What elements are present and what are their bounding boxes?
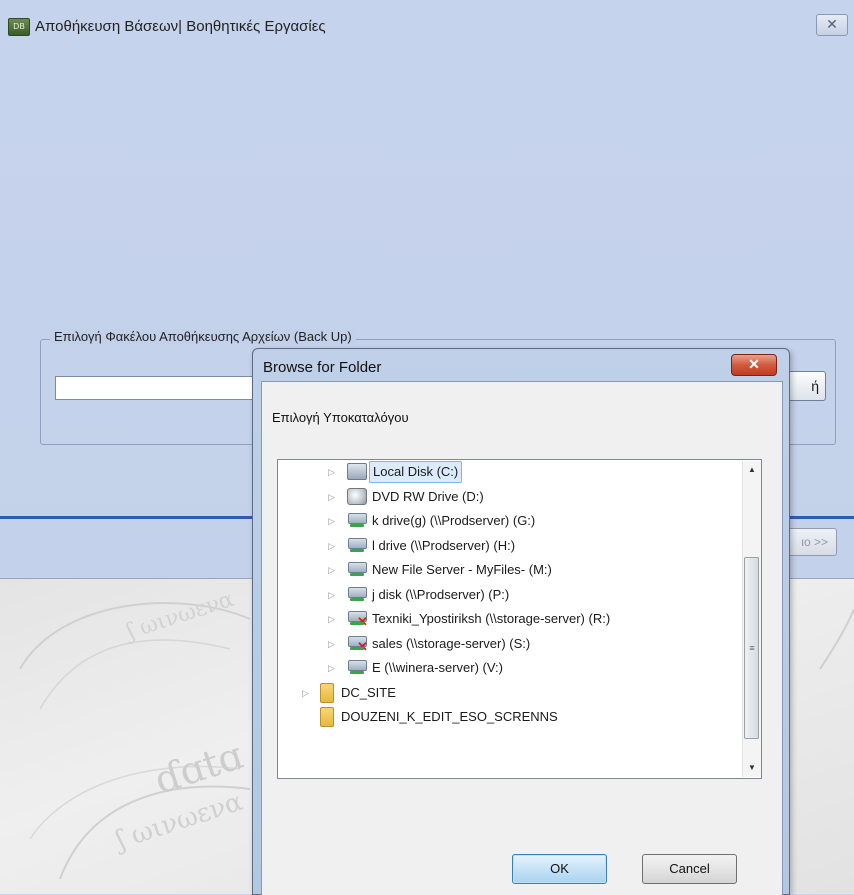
tree-item-label: Texniki_Ypostiriksh (\\storage-server) (… (372, 611, 611, 626)
folder-icon (320, 707, 334, 727)
dialog-body: Επιλογή Υποκαταλόγου ▷ Local Disk (C:) ▷ DV… (261, 381, 783, 895)
expand-arrow-icon[interactable]: ▷ (328, 509, 338, 533)
title-bar: DB Αποθήκευση Βάσεων| Βοηθητικές Εργασίε… (0, 0, 854, 42)
browse-folder-dialog: Browse for Folder ✕ Επιλογή Υποκαταλόγου… (252, 348, 790, 895)
window-title: Αποθήκευση Βάσεων| Βοηθητικές Εργασίες (35, 18, 326, 35)
tree-item[interactable]: ▷ DVD RW Drive (D:) (278, 485, 738, 509)
expand-arrow-icon[interactable]: ▷ (328, 558, 338, 582)
tree-item[interactable]: ▷ DC_SITE (278, 681, 738, 705)
network-drive-icon (347, 586, 367, 603)
group-label: Επιλογή Φακέλου Αποθήκευσης Αρχείων (Bac… (50, 329, 356, 344)
tree-item-label: l drive (\\Prodserver) (H:) (372, 537, 516, 553)
tree-item-label: DC_SITE (341, 684, 396, 700)
expand-arrow-icon[interactable]: ▷ (328, 460, 338, 484)
expand-arrow-icon[interactable]: ▷ (328, 583, 338, 607)
tree-item-label: Local Disk (C:) (369, 461, 463, 483)
local-disk-icon (347, 463, 367, 480)
expand-arrow-icon[interactable]: ▷ (328, 534, 338, 558)
expand-arrow-icon[interactable]: ▷ (302, 681, 312, 705)
tree-item[interactable]: ▷ j disk (\\Prodserver) (P:) (278, 583, 738, 607)
close-button[interactable]: ✕ (816, 14, 848, 36)
expand-arrow-icon[interactable]: ▷ (328, 656, 338, 680)
disconnected-x-icon: ✕ (357, 638, 368, 654)
tree-item-label: k drive(g) (\\Prodserver) (G:) (372, 513, 536, 528)
disconnected-x-icon: ✕ (357, 614, 368, 629)
dialog-close-button[interactable]: ✕ (731, 354, 777, 376)
app-logo-icon: DB (8, 18, 30, 36)
cancel-button[interactable]: Cancel (642, 854, 737, 884)
scroll-down-arrow-icon[interactable]: ▼ (743, 759, 761, 777)
ok-button[interactable]: OK (512, 854, 607, 884)
tree-scrollbar[interactable]: ▲ ≡ ▼ (742, 461, 761, 777)
expand-arrow-icon[interactable]: ▷ (328, 485, 338, 509)
scroll-up-arrow-icon[interactable]: ▲ (743, 461, 761, 479)
svg-text:ʃ ωινωενα: ʃ ωινωενα (121, 587, 237, 646)
expand-arrow-icon[interactable]: ▷ (328, 632, 338, 656)
dvd-drive-icon (347, 487, 367, 505)
folder-icon (320, 682, 334, 703)
scroll-thumb[interactable]: ≡ (744, 557, 759, 739)
tree-item[interactable]: ▷ k drive(g) (\\Prodserver) (G:) (278, 509, 738, 533)
tree-item[interactable]: ▷ Local Disk (C:) (278, 460, 738, 484)
expand-arrow-icon[interactable]: ▷ (328, 607, 338, 631)
backup-path-input[interactable] (55, 376, 280, 400)
tree-item-label: DVD RW Drive (D:) (372, 488, 484, 504)
disconnected-network-drive-icon: ✕ (347, 635, 368, 654)
folder-tree[interactable]: ▷ Local Disk (C:) ▷ DVD RW Drive (D:) ▷ k dri… (277, 459, 762, 779)
tree-item-label: j disk (\\Prodserver) (P:) (372, 586, 510, 602)
network-drive-icon (347, 659, 367, 676)
tree-item-label: DOUZENI_K_EDIT_ESO_SCRENNS (341, 709, 558, 724)
tree-item[interactable]: ▷ ✕ sales (\\storage-server) (S:) (278, 632, 738, 656)
tree-item[interactable]: ▷ ✕ Texniki_Ypostiriksh (\\storage-server)… (278, 607, 738, 631)
tree-item[interactable]: ▷ New File Server - MyFiles- (M:) (278, 558, 738, 582)
dialog-title: Browse for Folder (263, 359, 382, 376)
network-drive-icon (347, 561, 367, 578)
network-drive-icon (347, 512, 367, 529)
tree-item[interactable]: ▷ E (\\winera-server) (V:) (278, 656, 738, 680)
network-drive-icon (347, 537, 367, 554)
tree-item[interactable]: DOUZENI_K_EDIT_ESO_SCRENNS (278, 705, 738, 729)
disconnected-network-drive-icon: ✕ (347, 610, 368, 629)
tree-item-label: sales (\\storage-server) (S:) (372, 635, 531, 651)
tree-item-label: E (\\winera-server) (V:) (372, 660, 503, 675)
tree-item-label: New File Server - MyFiles- (M:) (372, 562, 552, 577)
scroll-grip-icon: ≡ (749, 643, 755, 653)
tree-item[interactable]: ▷ l drive (\\Prodserver) (H:) (278, 534, 738, 558)
dialog-instruction: Επιλογή Υποκαταλόγου (272, 410, 409, 425)
